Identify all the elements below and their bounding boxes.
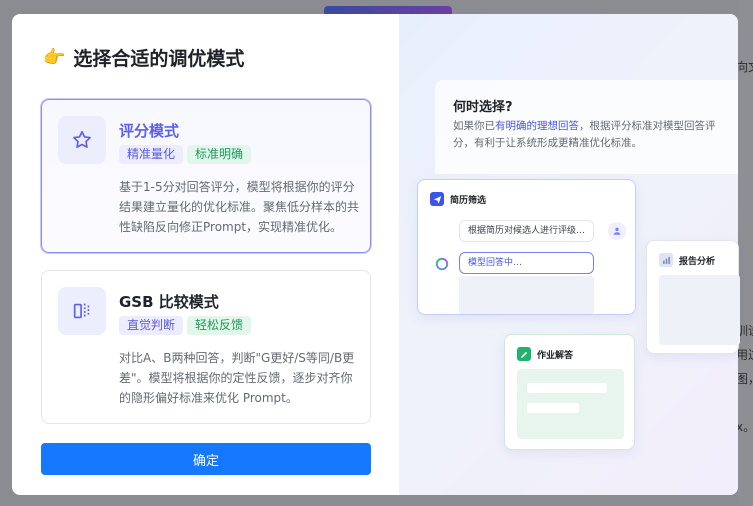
modal-header: 👉 选择合适的调优模式 [43,44,244,71]
when-to-choose-card: 何时选择? 如果你已有明确的理想回答，根据评分标准对模型回答评分，有利于让系统形… [435,80,738,174]
star-icon [58,116,106,164]
mode-description: 基于1-5分对回答评分，模型将根据你的评分结果建立量化的优化标准。聚焦低分样本的… [119,180,360,234]
modal-title: 选择合适的调优模式 [73,48,245,70]
skeleton-block [459,276,594,314]
example-header: 作业解答 [517,347,573,361]
mode-selection-panel: 👉 选择合适的调优模式 评分模式 精准量化 标准明确 基于1-5分对回答评分，模… [12,14,399,495]
background-text: x。 [736,420,753,434]
info-desc-highlight: 有明确的理想回答 [495,120,579,132]
example-header: 报告分析 [659,253,715,267]
mode-name: GSB 比较模式 [119,293,219,311]
pencil-icon [517,347,531,361]
mode-tag: 直觉判断 [119,316,184,335]
example-title: 报告分析 [679,256,716,267]
background-text: 图， [736,372,753,386]
example-title: 简历筛选 [450,195,487,206]
chart-icon [659,253,673,267]
skeleton-block [659,275,740,345]
info-title: 何时选择? [453,100,513,115]
mode-tag: 标准明确 [187,145,252,164]
mode-description: 对比A、B两种回答，判断"G更好/S等同/B更差"。模型将根据你的定性反馈，逐步… [119,351,355,405]
skeleton-block [517,369,624,439]
skeleton-line [527,383,607,393]
mode-tags: 精准量化 标准明确 [119,145,252,164]
pointing-hand-icon: 👉 [43,47,66,68]
example-header: 简历筛选 [430,192,486,206]
mode-card-rating[interactable]: 评分模式 精准量化 标准明确 基于1-5分对回答评分，模型将根据你的评分结果建立… [41,99,371,253]
confirm-button[interactable]: 确定 [41,443,371,475]
compare-columns-icon [58,287,106,335]
send-icon [430,192,444,206]
homework-answer-example: 作业解答 [504,334,635,450]
report-analysis-example: 报告分析 [646,240,740,354]
info-description: 如果你已有明确的理想回答，根据评分标准对模型回答评分，有利于让系统形成更精准优化… [453,118,731,152]
mode-tag: 轻松反馈 [187,316,252,335]
background-text: 向文 [736,60,753,74]
mode-tag: 精准量化 [119,145,184,164]
info-desc-text: 如果你已 [453,120,495,132]
example-title: 作业解答 [537,350,574,361]
mode-tags: 直觉判断 轻松反馈 [119,316,252,335]
resume-screening-example: 简历筛选 根据简历对候选人进行评级… 模型回答中… [417,179,636,315]
user-message: 根据简历对候选人进行评级… [459,220,595,242]
model-reply: 模型回答中… [459,252,594,274]
model-logo-icon [433,255,451,273]
mode-name: 评分模式 [119,122,180,140]
skeleton-line [527,403,579,413]
user-avatar-icon [608,222,626,240]
mode-card-gsb[interactable]: GSB 比较模式 直觉判断 轻松反馈 对比A、B两种回答，判断"G更好/S等同/… [41,270,371,424]
